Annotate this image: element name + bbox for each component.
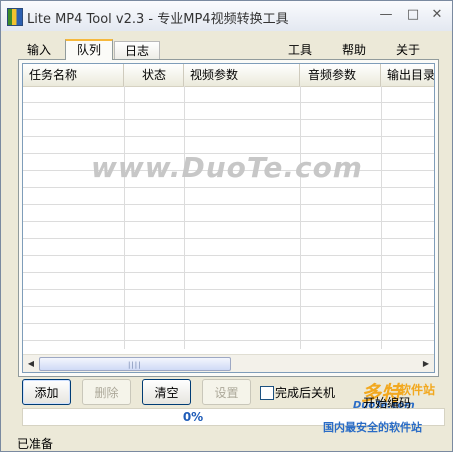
grip-icon: |||| xyxy=(128,361,142,369)
add-button[interactable]: 添加 xyxy=(22,379,71,405)
title-bar[interactable]: Lite MP4 Tool v2.3 - 专业MP4视频转换工具 — □ ✕ xyxy=(1,1,452,32)
maximize-icon[interactable]: □ xyxy=(404,7,422,23)
column-divider xyxy=(124,86,125,349)
horizontal-scrollbar[interactable]: ◀ |||| ▶ xyxy=(23,354,434,372)
task-table[interactable]: 任务名称 状态 视频参数 音频参数 输出目录 ◀ |||| ▶ xyxy=(22,63,435,373)
site-logo-slogan: 国内最安全的软件站 xyxy=(323,421,422,434)
app-icon xyxy=(7,8,23,26)
close-icon[interactable]: ✕ xyxy=(428,7,446,23)
watermark-text: www.DuoTe.com xyxy=(91,151,363,184)
queue-panel: 任务名称 状态 视频参数 音频参数 输出目录 ◀ |||| ▶ xyxy=(18,59,439,377)
column-divider xyxy=(184,86,185,349)
column-divider xyxy=(381,86,382,349)
column-video-params[interactable]: 视频参数 xyxy=(184,64,300,86)
menu-help[interactable]: 帮助 xyxy=(342,41,366,58)
tab-log[interactable]: 日志 xyxy=(114,41,160,60)
column-audio-params[interactable]: 音频参数 xyxy=(300,64,381,86)
tab-input[interactable]: 输入 xyxy=(21,41,57,59)
shutdown-checkbox-label[interactable]: 完成后关机 xyxy=(275,384,335,401)
start-encode-button[interactable]: 开始编码 xyxy=(363,394,411,411)
clear-button[interactable]: 清空 xyxy=(142,379,191,405)
menu-tools[interactable]: 工具 xyxy=(288,41,312,58)
app-window: Lite MP4 Tool v2.3 - 专业MP4视频转换工具 — □ ✕ 输… xyxy=(0,0,453,452)
tab-queue[interactable]: 队列 xyxy=(65,39,113,60)
scroll-left-icon[interactable]: ◀ xyxy=(24,357,38,370)
scroll-right-icon[interactable]: ▶ xyxy=(419,357,433,370)
table-rows-area[interactable] xyxy=(23,86,434,349)
status-text: 已准备 xyxy=(17,437,54,451)
scroll-thumb[interactable]: |||| xyxy=(39,357,231,371)
progress-text: 0% xyxy=(182,410,204,424)
shutdown-checkbox[interactable] xyxy=(260,386,274,400)
delete-button[interactable]: 删除 xyxy=(82,379,131,405)
window-title: Lite MP4 Tool v2.3 - 专业MP4视频转换工具 xyxy=(27,12,289,27)
column-task-name[interactable]: 任务名称 xyxy=(23,64,124,86)
table-header: 任务名称 状态 视频参数 音频参数 输出目录 xyxy=(23,64,434,87)
settings-button[interactable]: 设置 xyxy=(202,379,251,405)
column-output-dir[interactable]: 输出目录 xyxy=(381,64,434,86)
minimize-icon[interactable]: — xyxy=(377,7,395,23)
menu-about[interactable]: 关于 xyxy=(396,41,420,58)
column-status[interactable]: 状态 xyxy=(124,64,184,86)
column-divider xyxy=(300,86,301,349)
